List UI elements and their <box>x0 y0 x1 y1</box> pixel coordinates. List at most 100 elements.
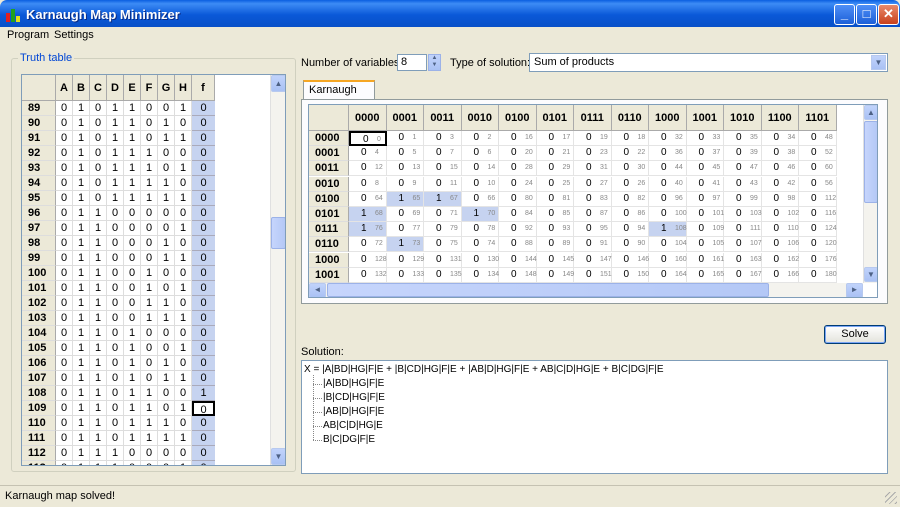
truth-table-cell[interactable]: 0 <box>90 191 107 206</box>
truth-table-output-cell[interactable]: 0 <box>192 371 215 386</box>
truth-table-cell[interactable]: 1 <box>175 251 192 266</box>
karnaugh-cell[interactable]: 0 43 <box>724 176 762 192</box>
karnaugh-cell[interactable]: 0 110 <box>761 222 799 238</box>
karnaugh-cell[interactable]: 0 166 <box>761 267 799 283</box>
truth-table-cell[interactable]: 0 <box>107 326 124 341</box>
karnaugh-cell[interactable]: 00 <box>349 131 387 146</box>
karnaugh-row-header[interactable]: 1001 <box>309 267 349 283</box>
truth-table-cell[interactable]: 1 <box>141 416 158 431</box>
truth-table-cell[interactable]: 1 <box>107 191 124 206</box>
karnaugh-cell[interactable]: 0 79 <box>424 222 462 238</box>
karnaugh-column-header[interactable]: 1000 <box>649 105 687 131</box>
truth-table-column-header[interactable]: H <box>175 75 192 101</box>
truth-table-cell[interactable]: 0 <box>56 431 73 446</box>
karnaugh-cell[interactable]: 01 <box>386 131 424 146</box>
karnaugh-cell[interactable]: 0 90 <box>611 237 649 253</box>
truth-table-cell[interactable]: 1 <box>90 266 107 281</box>
menu-settings[interactable]: Settings <box>54 29 94 41</box>
truth-table-cell[interactable]: 1 <box>141 146 158 161</box>
karnaugh-hscroll[interactable]: ◄ ► <box>309 283 863 297</box>
karnaugh-cell[interactable]: 0 52 <box>799 146 837 162</box>
truth-table-cell[interactable]: 1 <box>124 431 141 446</box>
truth-table-cell[interactable]: 1 <box>158 311 175 326</box>
karnaugh-cell[interactable]: 08 <box>349 176 387 192</box>
truth-table-cell[interactable]: 1 <box>73 341 90 356</box>
truth-table-row-header[interactable]: 104 <box>22 326 56 341</box>
truth-table-cell[interactable]: 1 <box>90 221 107 236</box>
truth-table-row-header[interactable]: 89 <box>22 101 56 116</box>
truth-table-cell[interactable]: 1 <box>107 131 124 146</box>
truth-table-cell[interactable]: 0 <box>141 221 158 236</box>
karnaugh-cell[interactable]: 0 32 <box>649 131 687 146</box>
truth-table-cell[interactable]: 0 <box>56 101 73 116</box>
truth-table-row-header[interactable]: 92 <box>22 146 56 161</box>
truth-table-cell[interactable]: 1 <box>175 461 192 465</box>
karnaugh-cell[interactable]: 06 <box>461 146 499 162</box>
truth-table-cell[interactable]: 0 <box>107 371 124 386</box>
karnaugh-row-header[interactable]: 0011 <box>309 161 349 177</box>
truth-table-cell[interactable]: 1 <box>158 371 175 386</box>
truth-table-cell[interactable]: 0 <box>124 266 141 281</box>
karnaugh-cell[interactable]: 0 36 <box>649 146 687 162</box>
karnaugh-cell[interactable]: 0 131 <box>424 252 462 268</box>
truth-table-cell[interactable]: 0 <box>107 251 124 266</box>
truth-table-cell[interactable]: 1 <box>175 431 192 446</box>
truth-table-cell[interactable]: 1 <box>158 176 175 191</box>
truth-table-cell[interactable]: 1 <box>73 356 90 371</box>
truth-table-column-header[interactable]: D <box>107 75 124 101</box>
truth-table-output-cell[interactable]: 0 <box>192 326 215 341</box>
num-vars-spinner[interactable]: ▲ ▼ <box>428 54 441 71</box>
truth-table-cell[interactable]: 0 <box>56 116 73 131</box>
karnaugh-cell[interactable]: 0 19 <box>574 131 612 146</box>
karnaugh-cell[interactable]: 0 101 <box>686 207 724 222</box>
karnaugh-column-header[interactable]: 1100 <box>761 105 799 131</box>
truth-table-column-header[interactable]: f <box>192 75 215 101</box>
karnaugh-column-header[interactable]: 0101 <box>536 105 574 131</box>
karnaugh-cell[interactable]: 0 99 <box>724 191 762 207</box>
truth-table-cell[interactable]: 0 <box>107 416 124 431</box>
truth-table-output-cell[interactable]: 0 <box>192 341 215 356</box>
resize-grip-icon[interactable] <box>885 492 897 504</box>
truth-table-cell[interactable]: 1 <box>73 266 90 281</box>
karnaugh-cell[interactable]: 02 <box>461 131 499 146</box>
truth-table-cell[interactable]: 0 <box>141 461 158 465</box>
truth-table-output-cell[interactable]: 0 <box>192 311 215 326</box>
karnaugh-cell[interactable]: 0 33 <box>686 131 724 146</box>
truth-table-cell[interactable]: 1 <box>124 416 141 431</box>
truth-table-cell[interactable]: 1 <box>73 281 90 296</box>
truth-table-row-header[interactable]: 101 <box>22 281 56 296</box>
truth-table-cell[interactable]: 1 <box>158 131 175 146</box>
karnaugh-cell[interactable]: 1 108 <box>649 222 687 238</box>
truth-table-cell[interactable]: 0 <box>107 356 124 371</box>
truth-table-row-header[interactable]: 98 <box>22 236 56 251</box>
truth-table-cell[interactable]: 0 <box>124 251 141 266</box>
truth-table-row-header[interactable]: 106 <box>22 356 56 371</box>
karnaugh-cell[interactable]: 0 41 <box>686 176 724 192</box>
truth-table-cell[interactable]: 1 <box>107 446 124 461</box>
truth-table-cell[interactable]: 1 <box>175 341 192 356</box>
karnaugh-cell[interactable]: 0 109 <box>686 222 724 238</box>
karnaugh-cell[interactable]: 0 105 <box>686 237 724 253</box>
chevron-down-icon[interactable]: ▼ <box>871 55 886 70</box>
minimize-button[interactable]: _ <box>834 4 855 25</box>
truth-table-cell[interactable]: 1 <box>175 101 192 116</box>
truth-table-cell[interactable]: 0 <box>141 356 158 371</box>
karnaugh-cell[interactable]: 05 <box>386 146 424 162</box>
karnaugh-cell[interactable]: 0 88 <box>499 237 537 253</box>
karnaugh-cell[interactable]: 1 73 <box>386 237 424 253</box>
truth-table-cell[interactable]: 0 <box>141 101 158 116</box>
truth-table-row-header[interactable]: 100 <box>22 266 56 281</box>
truth-table-column-header[interactable]: A <box>56 75 73 101</box>
truth-table-cell[interactable]: 0 <box>158 341 175 356</box>
karnaugh-cell[interactable]: 0 132 <box>349 267 387 283</box>
karnaugh-cell[interactable]: 0 39 <box>724 146 762 162</box>
karnaugh-cell[interactable]: 0 75 <box>424 237 462 253</box>
truth-table-cell[interactable]: 1 <box>158 116 175 131</box>
truth-table-row-header[interactable]: 96 <box>22 206 56 221</box>
truth-table-cell[interactable]: 0 <box>175 326 192 341</box>
karnaugh-cell[interactable]: 0 133 <box>386 267 424 283</box>
karnaugh-cell[interactable]: 0 116 <box>799 207 837 222</box>
truth-table-cell[interactable]: 1 <box>141 281 158 296</box>
truth-table-cell[interactable]: 1 <box>141 266 158 281</box>
truth-table-output-cell[interactable]: 0 <box>192 176 215 191</box>
